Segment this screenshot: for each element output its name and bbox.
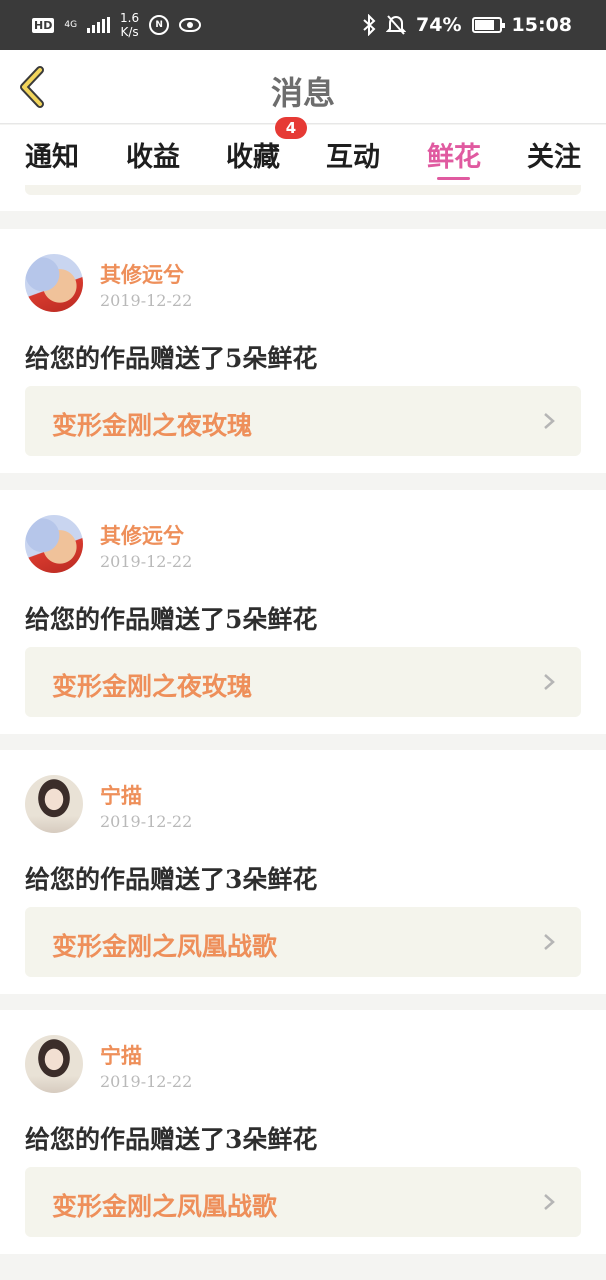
battery-icon: [471, 17, 505, 33]
bluetooth-icon: [363, 14, 376, 36]
tab-interaction[interactable]: 互动: [326, 135, 380, 174]
message-text: 给您的作品赠送了5朵鲜花: [25, 344, 318, 373]
work-link[interactable]: 变形金刚之凤凰战歌: [25, 1167, 581, 1237]
avatar[interactable]: [25, 1035, 83, 1093]
network-type: 4G: [64, 19, 78, 30]
message-card: 宁描 2019-12-22 给您的作品赠送了3朵鲜花 变形金刚之凤凰战歌: [0, 750, 606, 994]
hd-icon: HD: [32, 17, 55, 33]
message-text: 给您的作品赠送了3朵鲜花: [25, 1125, 318, 1154]
work-link[interactable]: 变形金刚之凤凰战歌: [25, 907, 581, 977]
message-date: 2019-12-22: [100, 812, 193, 831]
tab-flowers[interactable]: 鲜花: [427, 135, 481, 174]
eye-icon: [179, 18, 202, 32]
tab-follow[interactable]: 关注: [527, 135, 581, 174]
page-title: 消息: [270, 74, 335, 112]
chevron-right-icon: [544, 934, 555, 950]
username[interactable]: 宁描: [100, 780, 142, 810]
mute-bell-icon: [386, 15, 407, 35]
work-title: 变形金刚之夜玫瑰: [52, 411, 253, 440]
favorites-badge: 4: [275, 117, 307, 139]
work-title: 变形金刚之凤凰战歌: [52, 932, 278, 961]
chevron-right-icon: [544, 674, 555, 690]
status-bar: HD 4G 1.6 K/s N 74% 15:08: [0, 0, 606, 50]
tab-notice[interactable]: 通知: [25, 135, 79, 174]
username[interactable]: 其修远兮: [100, 520, 184, 550]
battery-percent: 74%: [416, 14, 462, 36]
network-speed: 1.6 K/s: [120, 11, 140, 39]
chevron-right-icon: [544, 413, 555, 429]
work-link[interactable]: 变形金刚之夜玫瑰: [25, 647, 581, 717]
chevron-right-icon: [544, 1194, 555, 1210]
tab-earnings[interactable]: 收益: [126, 135, 180, 174]
previous-work-fragment: [25, 185, 581, 195]
message-card: 其修远兮 2019-12-22 给您的作品赠送了5朵鲜花 变形金刚之夜玫瑰: [0, 490, 606, 734]
username[interactable]: 宁描: [100, 1040, 142, 1070]
message-date: 2019-12-22: [100, 552, 193, 571]
message-text: 给您的作品赠送了3朵鲜花: [25, 865, 318, 894]
username[interactable]: 其修远兮: [100, 259, 184, 289]
notification-app-icon: N: [149, 15, 170, 35]
message-date: 2019-12-22: [100, 291, 193, 310]
clock: 15:08: [511, 14, 572, 36]
message-card: 其修远兮 2019-12-22 给您的作品赠送了5朵鲜花 变形金刚之夜玫瑰: [0, 229, 606, 473]
work-title: 变形金刚之夜玫瑰: [52, 672, 253, 701]
work-link[interactable]: 变形金刚之夜玫瑰: [25, 386, 581, 456]
message-date: 2019-12-22: [100, 1072, 193, 1091]
avatar[interactable]: [25, 515, 83, 573]
message-text: 给您的作品赠送了5朵鲜花: [25, 605, 318, 634]
signal-icon: [87, 17, 111, 33]
message-card: 宁描 2019-12-22 给您的作品赠送了3朵鲜花 变形金刚之凤凰战歌: [0, 1010, 606, 1254]
work-title: 变形金刚之凤凰战歌: [52, 1192, 278, 1221]
avatar[interactable]: [25, 254, 83, 312]
avatar[interactable]: [25, 775, 83, 833]
active-tab-indicator: [437, 177, 470, 180]
tab-favorites[interactable]: 收藏: [226, 135, 280, 174]
app-header: 消息: [0, 50, 606, 124]
